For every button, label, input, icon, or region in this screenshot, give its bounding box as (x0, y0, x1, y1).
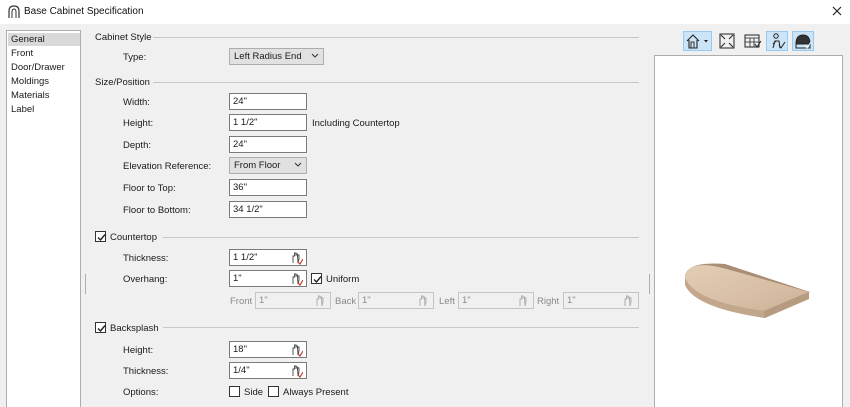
section-title-cabinet-style: Cabinet Style (95, 32, 152, 43)
side-checkbox[interactable] (229, 386, 240, 397)
options-label: Options: (123, 387, 159, 398)
left-overhang-field: 1" (458, 292, 534, 309)
divider (163, 327, 639, 328)
elevation-reference-select[interactable]: From Floor (229, 157, 307, 174)
toggle-rendering-button[interactable] (766, 31, 788, 51)
section-title-countertop: Countertop (110, 232, 158, 243)
default-hand-icon (519, 295, 527, 307)
overhang-value: 1" (233, 273, 242, 284)
height-note: Including Countertop (312, 118, 400, 129)
default-hand-icon (419, 295, 427, 307)
back-overhang-field: 1" (358, 292, 434, 309)
view-type-button[interactable] (683, 31, 712, 51)
cabinet-grid-icon (744, 34, 762, 48)
default-hand-icon (624, 295, 632, 307)
nav-item-moldings[interactable]: Moldings (8, 75, 80, 88)
type-select[interactable]: Left Radius End (229, 48, 324, 65)
overhang-label: Overhang: (123, 274, 168, 285)
floor-to-bottom-field[interactable]: 34 1/2" (229, 201, 307, 218)
backsplash-checkbox[interactable] (95, 322, 106, 333)
chevron-down-icon (294, 162, 302, 167)
close-icon[interactable] (830, 4, 844, 18)
show-cabinet-button[interactable] (742, 31, 762, 51)
countertop-thickness-label: Thickness: (123, 253, 169, 264)
nav-item-front[interactable]: Front (8, 47, 80, 60)
right-overhang-label: Right (537, 296, 560, 307)
floor-to-bottom-label: Floor to Bottom: (123, 205, 191, 216)
default-hand-icon (316, 295, 324, 307)
side-label: Side (244, 387, 264, 398)
default-hand-check-icon[interactable] (289, 364, 303, 378)
nav-item-label[interactable]: Label (8, 103, 80, 116)
backsplash-thickness-label: Thickness: (123, 366, 169, 377)
backsplash-thickness-value: 1/4" (233, 365, 250, 376)
type-select-value: Left Radius End (234, 51, 302, 62)
depth-label: Depth: (123, 140, 151, 151)
right-overhang-field: 1" (563, 292, 639, 309)
floor-to-top-field[interactable]: 36" (229, 179, 307, 196)
front-overhang-label: Front (230, 296, 253, 307)
3d-preview-pane[interactable] (654, 55, 843, 407)
figure-render-icon (772, 33, 786, 49)
divider (153, 37, 639, 38)
app-arch-icon (8, 5, 20, 18)
divider (163, 237, 639, 238)
chevron-down-icon (311, 53, 319, 58)
countertop-thickness-field[interactable]: 1 1/2" (229, 249, 307, 266)
checkmark-icon (97, 234, 106, 242)
elevation-reference-label: Elevation Reference: (123, 161, 212, 172)
elevation-reference-value: From Floor (234, 160, 281, 171)
left-overhang-label: Left (439, 296, 455, 307)
width-label: Width: (123, 97, 150, 108)
house-view-icon (686, 34, 708, 49)
backsplash-thickness-field[interactable]: 1/4" (229, 362, 307, 379)
countertop-thickness-value: 1 1/2" (233, 252, 258, 263)
divider (153, 82, 639, 83)
always-present-checkbox[interactable] (268, 386, 279, 397)
nav-item-door-drawer[interactable]: Door/Drawer (8, 61, 80, 74)
left-overhang-value: 1" (462, 295, 471, 306)
dome-lighting-icon (795, 34, 812, 49)
window-title: Base Cabinet Specification (24, 6, 144, 17)
overhang-field[interactable]: 1" (229, 270, 307, 287)
type-label: Type: (123, 52, 147, 63)
checkmark-icon (313, 276, 322, 284)
backsplash-height-value: 18" (233, 344, 247, 355)
uniform-checkbox[interactable] (311, 273, 322, 284)
height-field[interactable]: 1 1/2" (229, 114, 307, 131)
right-overhang-value: 1" (567, 295, 576, 306)
countertop-preview-image (685, 263, 810, 318)
front-overhang-field: 1" (255, 292, 331, 309)
right-splitter-grip[interactable] (649, 274, 650, 294)
default-hand-check-icon[interactable] (289, 343, 303, 357)
checkmark-icon (97, 325, 106, 333)
depth-field[interactable]: 24" (229, 136, 307, 153)
always-present-label: Always Present (283, 387, 349, 398)
default-hand-check-icon[interactable] (289, 272, 303, 286)
back-overhang-label: Back (335, 296, 357, 307)
height-label: Height: (123, 118, 154, 129)
countertop-checkbox[interactable] (95, 231, 106, 242)
section-title-backsplash: Backsplash (110, 323, 159, 334)
nav-item-general[interactable]: General (8, 33, 80, 46)
category-list: General Front Door/Drawer Moldings Mater… (6, 30, 81, 407)
fill-window-button[interactable] (717, 31, 737, 51)
title-bar: Base Cabinet Specification (0, 0, 850, 24)
front-overhang-value: 1" (259, 295, 268, 306)
left-splitter-grip[interactable] (85, 274, 86, 294)
back-overhang-value: 1" (362, 295, 371, 306)
floor-to-top-label: Floor to Top: (123, 183, 176, 194)
toggle-lighting-button[interactable] (792, 31, 814, 51)
fill-window-icon (719, 33, 735, 49)
width-field[interactable]: 24" (229, 93, 307, 110)
section-title-size-position: Size/Position (95, 77, 150, 88)
backsplash-height-label: Height: (123, 345, 154, 356)
default-hand-check-icon[interactable] (289, 251, 303, 265)
uniform-label: Uniform (326, 274, 360, 285)
backsplash-height-field[interactable]: 18" (229, 341, 307, 358)
nav-item-materials[interactable]: Materials (8, 89, 80, 102)
